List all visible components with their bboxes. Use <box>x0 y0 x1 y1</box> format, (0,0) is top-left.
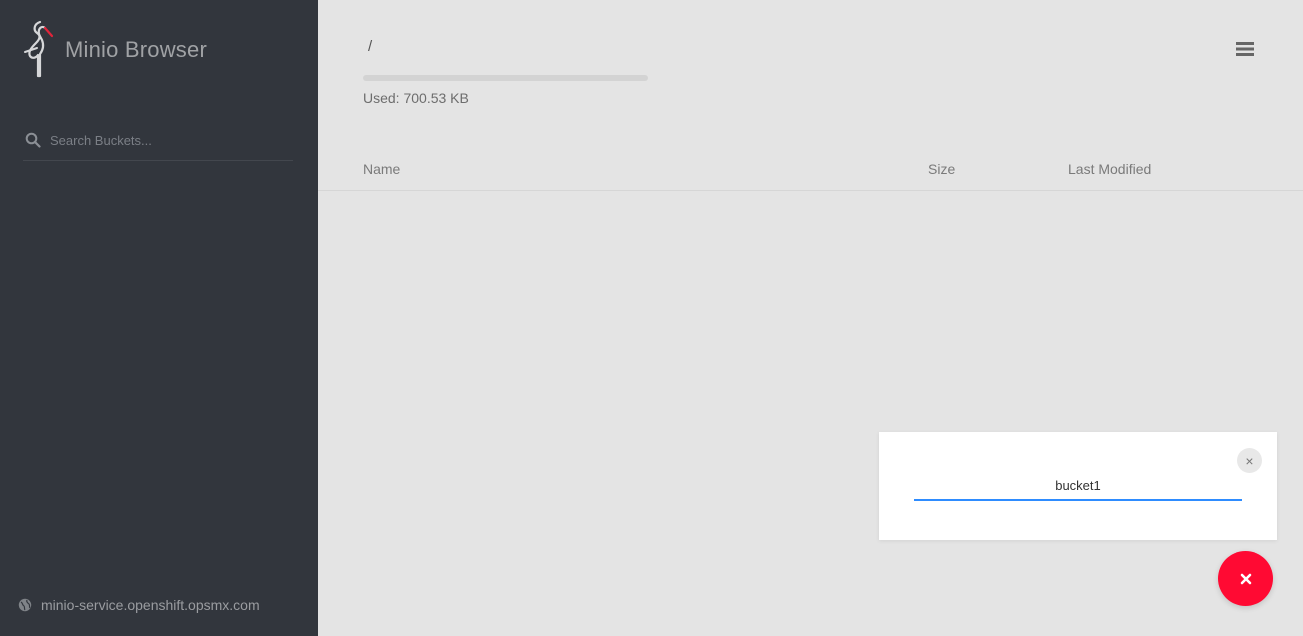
minio-logo-icon <box>24 20 54 78</box>
column-last-modified[interactable]: Last Modified <box>1068 161 1151 177</box>
host-label: minio-service.openshift.opsmx.com <box>41 597 260 613</box>
sidebar: Minio Browser minio-service.openshift.op… <box>0 0 318 636</box>
object-list-header: Name Size Last Modified <box>318 150 1303 191</box>
close-icon <box>1240 573 1251 584</box>
main-panel: / Used: 700.53 KB Name Size Last Modifie… <box>318 0 1303 636</box>
breadcrumb-path[interactable]: / <box>368 38 372 55</box>
bucket-name-input[interactable] <box>914 472 1242 501</box>
search-icon <box>25 132 41 148</box>
bucket-search <box>23 124 293 161</box>
brand[interactable]: Minio Browser <box>22 18 207 82</box>
storage-used-label: Used: 700.53 KB <box>363 90 469 106</box>
storage-usage-bar <box>363 75 648 81</box>
hamburger-menu-icon[interactable] <box>1235 40 1255 58</box>
app-root: Minio Browser minio-service.openshift.op… <box>0 0 1303 636</box>
dialog-close-button[interactable]: × <box>1237 448 1262 473</box>
create-bucket-dialog: × <box>879 432 1277 540</box>
server-host: minio-service.openshift.opsmx.com <box>18 597 260 613</box>
column-name[interactable]: Name <box>363 161 400 177</box>
column-size[interactable]: Size <box>928 161 955 177</box>
globe-icon <box>18 598 32 612</box>
search-buckets-input[interactable] <box>50 132 280 148</box>
fab-close-button[interactable] <box>1218 551 1273 606</box>
app-title: Minio Browser <box>65 37 207 62</box>
